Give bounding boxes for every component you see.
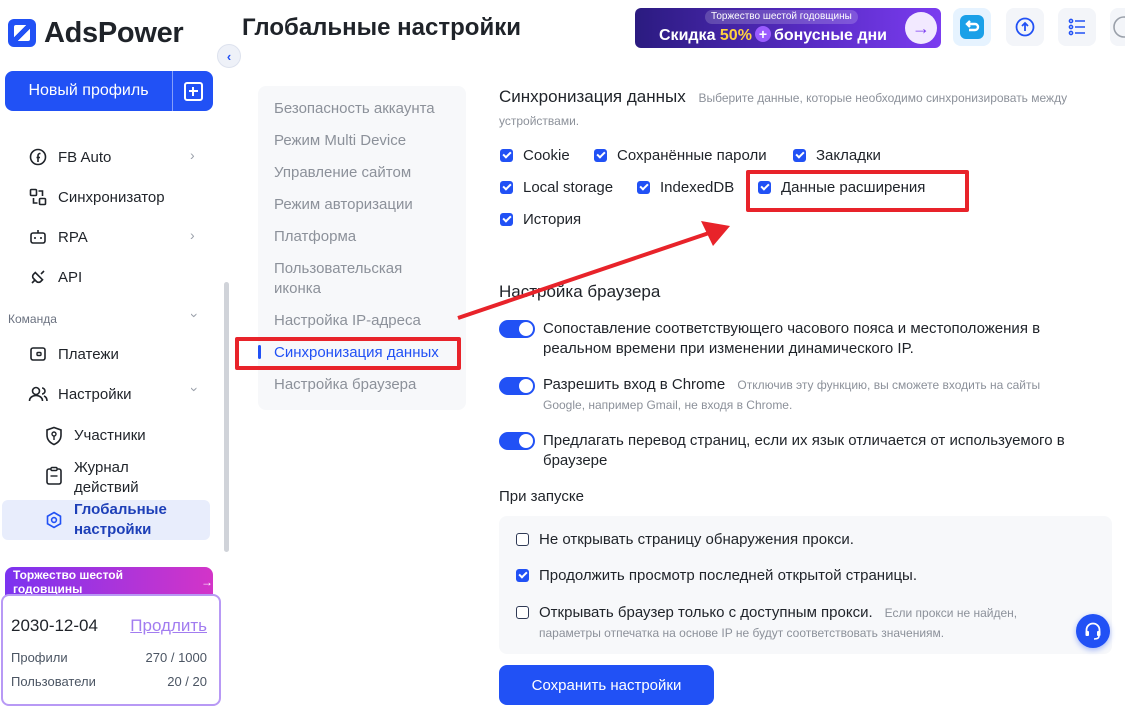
annotation-arrow [457, 221, 730, 320]
chevron-left-icon: ‹ [226, 48, 232, 64]
collapse-sidebar-button[interactable]: ‹ [217, 44, 241, 68]
